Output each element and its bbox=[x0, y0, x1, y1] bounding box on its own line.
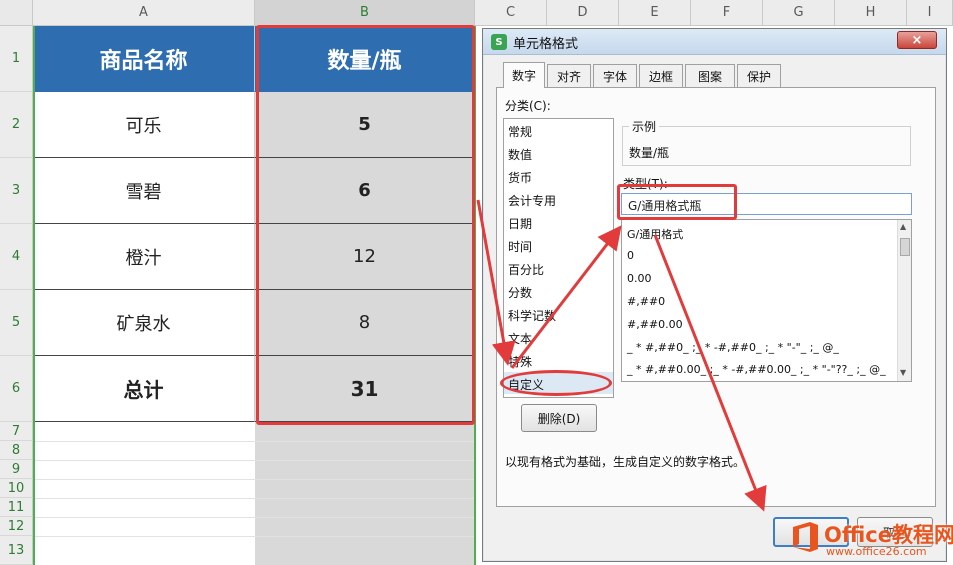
office-logo-icon bbox=[790, 520, 820, 554]
arrow-to-type-input bbox=[510, 225, 622, 369]
watermark-logo: Office教程网 www.office26.com bbox=[790, 518, 953, 560]
tab-number[interactable]: 数字 bbox=[503, 62, 545, 88]
arrow-to-ok bbox=[653, 234, 767, 512]
watermark-url: www.office26.com bbox=[826, 545, 927, 558]
arrow-to-custom bbox=[476, 199, 516, 366]
annotation-arrows bbox=[476, 199, 767, 512]
